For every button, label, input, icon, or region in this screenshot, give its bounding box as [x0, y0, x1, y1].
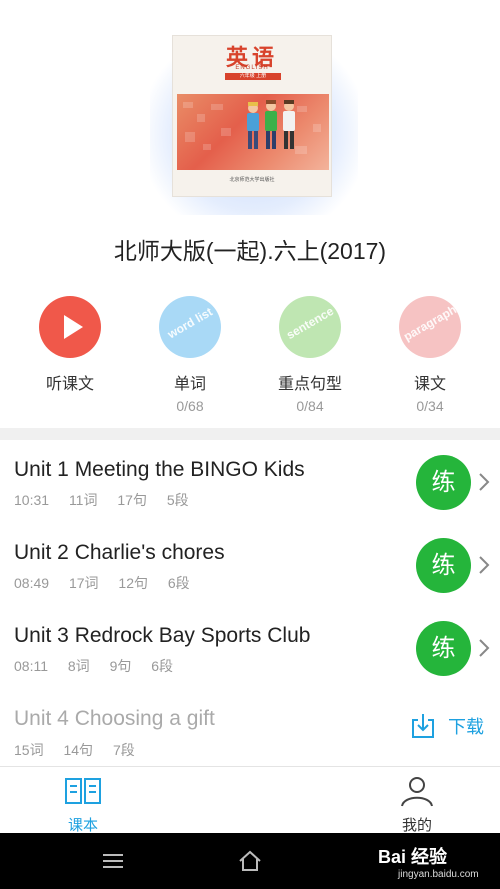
practice-button[interactable]: 练 [416, 538, 471, 593]
practice-button[interactable]: 练 [416, 621, 471, 676]
unit-meta: 08:49 17词 12句 6段 [14, 573, 206, 593]
section-divider [0, 428, 500, 440]
cover-grade-tag: 六年级 上册 [225, 73, 281, 80]
feature-listen-label: 听课文 [45, 376, 94, 393]
book-cover[interactable]: 英语 ENGLISH 六年级 上册 北京师范大学出版社 [172, 35, 332, 197]
download-label: 下载 [448, 717, 484, 737]
tab-mine[interactable]: 我的 [377, 775, 457, 835]
feature-words[interactable]: word list 单词 0/68 [140, 296, 240, 414]
feature-sentences-count: 0/84 [296, 398, 324, 414]
play-icon [39, 296, 101, 358]
feature-text[interactable]: paragraph 课文 0/34 [380, 296, 480, 414]
feature-text-count: 0/34 [416, 398, 444, 414]
unit-paragraphs: 5段 [166, 492, 189, 508]
unit-paragraphs: 7段 [112, 742, 135, 758]
unit-title: Unit 2 Charlie's chores [14, 541, 225, 564]
paragraph-badge: paragraph [401, 302, 459, 344]
feature-words-count: 0/68 [176, 398, 204, 414]
baidu-watermark-url: jingyan.baidu.com [398, 869, 479, 880]
unit-words: 8词 [67, 658, 90, 674]
list-item[interactable]: Unit 4 Choosing a gift 15词 14句 7段 下载 [0, 689, 500, 772]
unit-meta: 15词 14句 7段 [14, 740, 151, 760]
book-title: 北师大版(一起).六上(2017) [113, 238, 387, 264]
word-list-badge: word list [165, 304, 215, 342]
unit-words: 11词 [68, 492, 98, 508]
chevron-right-icon[interactable] [477, 553, 491, 577]
unit-duration: 08:49 [14, 575, 50, 591]
list-item[interactable]: Unit 1 Meeting the BINGO Kids 10:31 11词 … [0, 440, 500, 523]
baidu-watermark: Bai 经验 [378, 847, 448, 867]
menu-icon[interactable] [98, 847, 128, 875]
feature-sentences[interactable]: sentence 重点句型 0/84 [260, 296, 360, 414]
practice-button[interactable]: 练 [416, 455, 471, 510]
cover-publisher: 北京师范大学出版社 [229, 177, 275, 183]
download-icon [412, 714, 434, 738]
unit-title: Unit 4 Choosing a gift [14, 707, 215, 730]
unit-duration: 10:31 [14, 492, 50, 508]
unit-title: Unit 3 Redrock Bay Sports Club [14, 624, 311, 647]
feature-words-label: 单词 [173, 376, 206, 393]
unit-sentences: 14句 [63, 742, 94, 758]
unit-meta: 10:31 11词 17句 5段 [14, 490, 205, 510]
cover-illustration [177, 94, 329, 170]
unit-words: 17词 [68, 575, 99, 591]
word-list-icon: word list [159, 296, 221, 358]
chevron-right-icon[interactable] [477, 470, 491, 494]
feature-row: 听课文 word list 单词 0/68 sentence 重点句型 0/84… [0, 296, 500, 416]
sentence-icon: sentence [279, 296, 341, 358]
unit-sentences: 9句 [109, 658, 132, 674]
kids-illustration [183, 100, 321, 154]
download-button[interactable]: 下载 [410, 711, 484, 741]
feature-text-label: 课文 [413, 376, 446, 393]
bottom-tab-bar: 课本 我的 [0, 766, 500, 835]
unit-title: Unit 1 Meeting the BINGO Kids [14, 458, 305, 481]
unit-meta: 08:11 8词 9句 6段 [14, 656, 189, 676]
home-icon[interactable] [235, 847, 265, 875]
unit-sentences: 12句 [118, 575, 148, 591]
chevron-right-icon[interactable] [477, 636, 491, 660]
user-icon [401, 777, 433, 807]
unit-duration: 08:11 [14, 658, 48, 674]
textbook-icon [65, 778, 101, 804]
paragraph-icon: paragraph [399, 296, 461, 358]
unit-paragraphs: 6段 [151, 658, 174, 674]
list-item[interactable]: Unit 2 Charlie's chores 08:49 17词 12句 6段… [0, 523, 500, 606]
tab-textbook[interactable]: 课本 [43, 775, 123, 835]
system-nav-bar: Bai 经验 jingyan.baidu.com [0, 833, 500, 889]
unit-paragraphs: 6段 [167, 575, 190, 591]
tab-mine-label: 我的 [401, 817, 432, 834]
feature-listen[interactable]: 听课文 [20, 296, 120, 394]
tab-textbook-label: 课本 [67, 817, 98, 834]
sentence-badge: sentence [283, 303, 337, 343]
book-cover-area: 英语 ENGLISH 六年级 上册 北京师范大学出版社 [150, 35, 358, 215]
list-item[interactable]: Unit 3 Redrock Bay Sports Club 08:11 8词 … [0, 606, 500, 689]
unit-words: 15词 [14, 742, 44, 758]
unit-sentences: 17句 [117, 492, 147, 508]
feature-sentences-label: 重点句型 [277, 376, 342, 393]
cover-subtitle: ENGLISH [235, 65, 269, 71]
